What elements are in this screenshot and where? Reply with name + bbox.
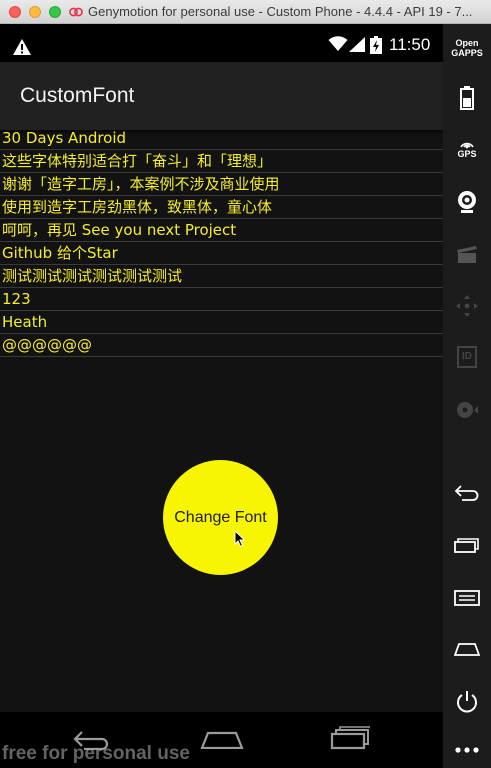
font-sample-list[interactable]: 30 Days Android 这些字体特别适合打「奋斗」和「理想」 谢谢「造字… [0, 127, 443, 357]
list-item[interactable]: @@@@@@ [0, 334, 443, 357]
minimize-window-button[interactable] [29, 6, 41, 18]
gps-label: GPS [457, 149, 477, 159]
more-icon[interactable] [443, 746, 491, 754]
nav-recent-apps-icon[interactable] [330, 726, 372, 750]
menu-icon[interactable] [443, 590, 491, 606]
list-item[interactable]: 测试测试测试测试测试测试 [0, 265, 443, 288]
list-item[interactable]: Github 给个Star [0, 242, 443, 265]
open-gapps-icon[interactable]: Open GAPPS [443, 38, 491, 58]
status-bar: 11:50 [0, 24, 443, 62]
webcam-icon[interactable] [443, 190, 491, 214]
list-item[interactable]: 使用到造字工房劲黑体，致黑体，童心体 [0, 196, 443, 219]
webcam-glyph [458, 191, 476, 213]
home-glyph [454, 643, 480, 656]
dpad-icon[interactable] [443, 294, 491, 318]
window-title-bar: Genymotion for personal use - Custom Pho… [0, 0, 491, 24]
list-item[interactable]: 123 [0, 288, 443, 311]
phone-screen: 11:50 CustomFont 30 Days Android 这些字体特别适… [0, 24, 443, 768]
disk-icon[interactable] [443, 400, 491, 420]
warning-icon [13, 39, 31, 55]
more-glyph [455, 747, 479, 753]
power-glyph [457, 691, 477, 713]
emulator-toolbar: Open GAPPS GPS ID [443, 24, 491, 768]
list-item[interactable]: Heath [0, 311, 443, 334]
list-item[interactable]: 谢谢「造字工房」，本案例不涉及商业使用 [0, 173, 443, 196]
gps-signal-glyph [460, 142, 474, 149]
power-icon[interactable] [443, 690, 491, 714]
battery-widget-glyph [460, 86, 474, 110]
clapper-icon[interactable] [443, 244, 491, 264]
watermark-text: free for personal use [2, 743, 190, 764]
wifi-icon [328, 36, 348, 51]
gps-icon[interactable]: GPS [443, 137, 491, 159]
clapper-glyph [457, 246, 477, 263]
status-clock: 11:50 [389, 35, 431, 54]
signal-icon [349, 37, 365, 52]
menu-glyph [454, 590, 480, 606]
list-item[interactable]: 呵呵，再见 See you next Project [0, 219, 443, 242]
back-glyph [454, 485, 479, 501]
home-icon[interactable] [443, 642, 491, 656]
window-title: Genymotion for personal use - Custom Pho… [88, 4, 473, 19]
disk-glyph [457, 402, 478, 418]
close-window-button[interactable] [9, 6, 21, 18]
recent-apps-glyph [454, 538, 479, 553]
app-title: CustomFont [20, 84, 135, 107]
zoom-window-button[interactable] [49, 6, 61, 18]
open-gapps-label: Open GAPPS [451, 38, 483, 58]
genymotion-logo-icon [69, 7, 83, 17]
list-item[interactable]: 这些字体特别适合打「奋斗」和「理想」 [0, 150, 443, 173]
nav-home-icon[interactable] [200, 731, 244, 749]
id-label: ID [462, 351, 472, 362]
change-font-button[interactable]: Change Font [163, 460, 278, 575]
mouse-cursor-icon [234, 530, 246, 548]
recent-apps-icon[interactable] [443, 536, 491, 554]
dpad-glyph [456, 295, 478, 317]
list-item[interactable]: 30 Days Android [0, 127, 443, 150]
id-icon[interactable]: ID [443, 346, 491, 368]
app-bar: CustomFont [0, 62, 443, 130]
battery-icon [370, 36, 382, 54]
battery-widget-icon[interactable] [443, 86, 491, 110]
back-icon[interactable] [443, 484, 491, 502]
